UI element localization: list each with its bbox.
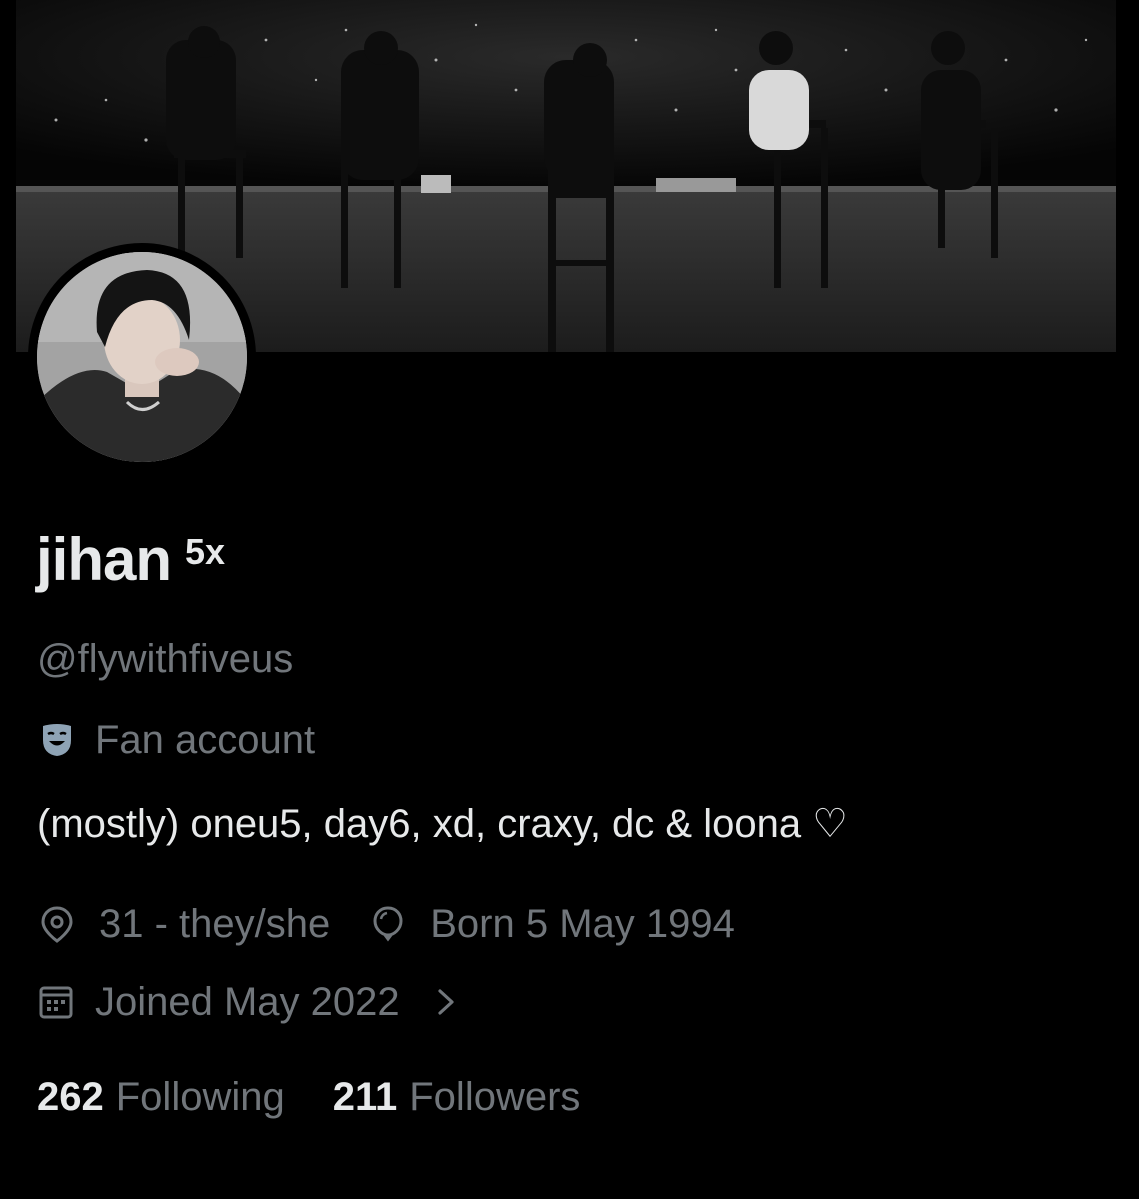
profile-avatar[interactable]: [28, 243, 256, 471]
calendar-icon: [39, 986, 73, 1019]
followers-count: 211: [332, 1074, 398, 1119]
location-text: 31 - they/she: [99, 901, 331, 946]
following-link[interactable]: 262 Following: [37, 1075, 285, 1120]
joined-row[interactable]: Joined May 2022: [37, 974, 458, 1030]
chevron-right-icon[interactable]: [434, 987, 458, 1017]
display-name: jihan 5x: [36, 520, 225, 600]
joined-text: Joined May 2022: [95, 979, 400, 1024]
user-handle: @flywithfiveus: [37, 637, 294, 681]
avatar-image: [37, 252, 247, 462]
profile-meta-row: 31 - they/she Born 5 May 1994: [37, 896, 735, 952]
balloon-icon: [373, 906, 403, 942]
location-pin-icon: [41, 906, 73, 943]
followers-label: Followers: [409, 1074, 581, 1119]
follow-stats: 262 Following 211 Followers: [37, 1070, 580, 1124]
followers-link[interactable]: 211 Followers: [333, 1075, 581, 1120]
birthday-text: Born 5 May 1994: [430, 901, 735, 946]
profile-category: Fan account: [37, 713, 315, 767]
following-count: 262: [37, 1074, 104, 1119]
name-badge: 5x: [185, 531, 226, 572]
theater-mask-icon: [43, 724, 71, 756]
display-name-text: jihan: [36, 526, 172, 593]
profile-bio: (mostly) oneu5, day6, xd, craxy, dc & lo…: [37, 802, 849, 846]
category-label: Fan account: [95, 717, 316, 762]
following-label: Following: [115, 1074, 285, 1119]
